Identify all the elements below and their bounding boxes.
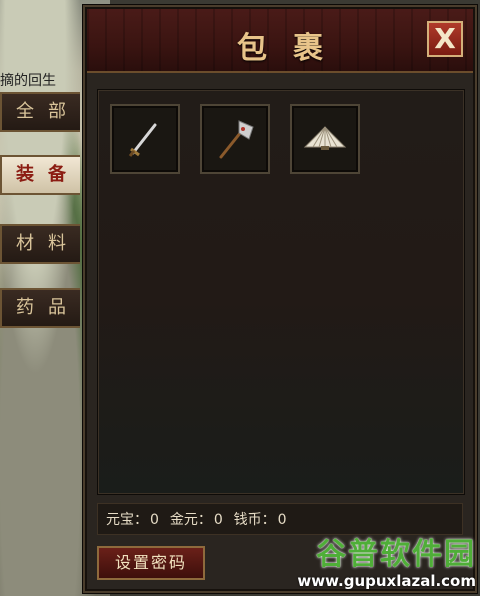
tab-materials[interactable]: 材料: [0, 224, 80, 264]
jinyuan-value: 0: [213, 512, 223, 528]
panel-header: 包裹 X: [87, 9, 473, 73]
inventory-slot-1[interactable]: [110, 104, 180, 174]
axe-icon: [219, 120, 254, 159]
jinyuan-label: 金元：: [169, 512, 212, 528]
watermark-url: www.gupuxlazal.com: [297, 572, 476, 590]
sword-icon: [128, 123, 157, 157]
currency-bar: 元宝： 0 金元： 0 钱币： 0: [97, 503, 463, 535]
close-button[interactable]: X: [427, 21, 463, 57]
close-icon: X: [434, 22, 456, 55]
watermark: 谷普软件园 www.gupuxlazal.com: [256, 538, 476, 592]
tab-all[interactable]: 全部: [0, 92, 80, 132]
inventory-slot-2[interactable]: [200, 104, 270, 174]
inventory-panel: 包裹 X 元宝： 0 金元： 0 钱币： 0 设置密码: [82, 4, 478, 594]
yuanbao-label: 元宝：: [106, 512, 148, 528]
scenery-text: 摘的回生: [0, 73, 56, 89]
qianbi-value: 0: [277, 512, 287, 528]
inventory-grid: [97, 89, 465, 495]
panel-title: 包裹: [237, 31, 349, 66]
set-password-button[interactable]: 设置密码: [97, 546, 205, 580]
fan-icon: [303, 126, 347, 150]
tab-potions[interactable]: 药品: [0, 288, 80, 328]
qianbi-label: 钱币：: [233, 512, 276, 528]
inventory-slot-3[interactable]: [290, 104, 360, 174]
tab-equipment[interactable]: 装备: [0, 155, 80, 195]
watermark-logo: 谷普软件园: [316, 537, 476, 572]
yuanbao-value: 0: [150, 512, 159, 528]
